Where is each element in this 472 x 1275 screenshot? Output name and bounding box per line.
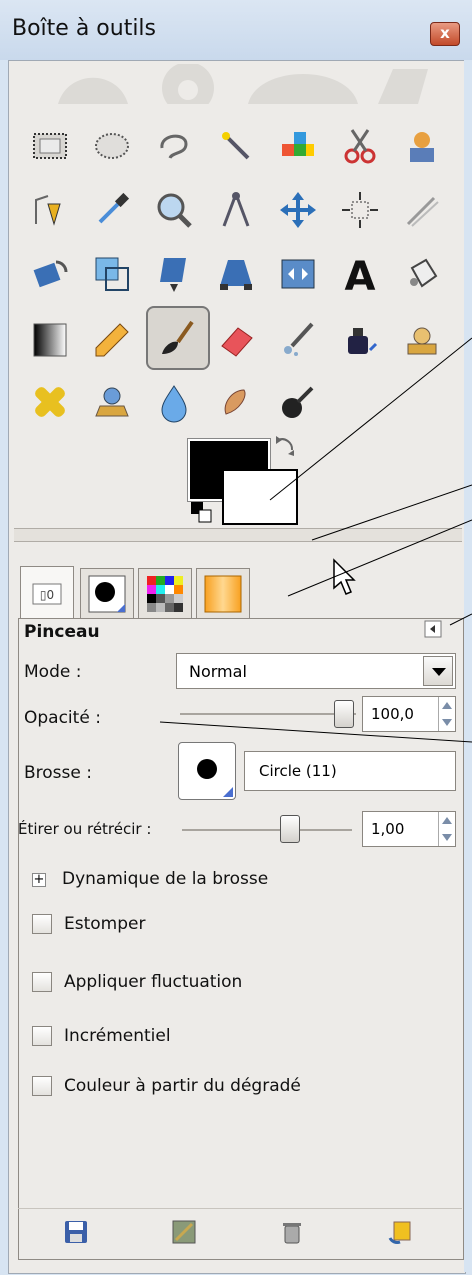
toolbox-window: Boîte à outils x A ▯0 Pinceau Mode: Nor…	[0, 0, 472, 1275]
annotation-callout-lines	[159, 337, 472, 743]
